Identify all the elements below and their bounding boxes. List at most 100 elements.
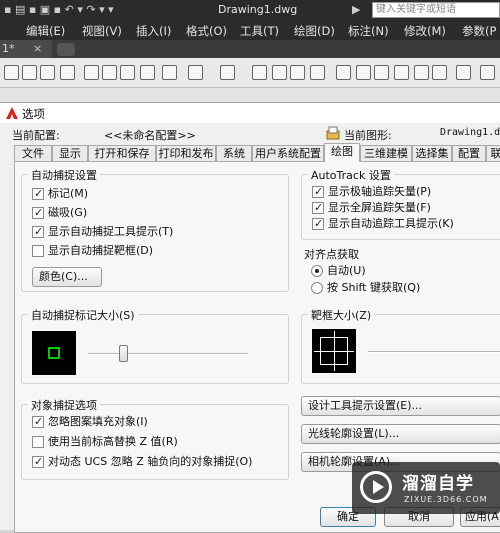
alignment-auto-label: 自动(U) xyxy=(327,264,366,277)
search-input[interactable]: 键入关键字或短语 xyxy=(372,2,500,18)
cut-icon[interactable] xyxy=(84,65,99,80)
marker-size-slider-thumb[interactable] xyxy=(119,345,129,362)
print-icon[interactable] xyxy=(4,65,19,80)
menu-view[interactable]: 视图(V) xyxy=(82,23,122,39)
polar-tracking-checkbox-box[interactable] xyxy=(312,185,324,198)
match-properties-icon[interactable] xyxy=(140,65,155,80)
use-elevation-checkbox[interactable]: 使用当前标高替换 Z 值(R) xyxy=(32,435,178,449)
tab-3d-modeling[interactable]: 三维建模 xyxy=(360,145,412,161)
aperture-box-label: 显示自动捕捉靶框(D) xyxy=(48,244,154,257)
autotrack-tooltip-label: 显示自动追踪工具提示(K) xyxy=(328,217,454,230)
marker-preview xyxy=(32,331,76,375)
dialog-title: 选项 xyxy=(22,107,45,121)
search-arrow-icon[interactable]: ▶ xyxy=(352,3,360,16)
aperture-box-checkbox[interactable]: 显示自动捕捉靶框(D) xyxy=(32,244,153,258)
tab-display[interactable]: 显示 xyxy=(52,145,88,161)
zoom-window-icon[interactable] xyxy=(290,65,305,80)
menu-insert[interactable]: 插入(I) xyxy=(136,23,171,39)
marker-checkbox[interactable]: 标记(M) xyxy=(32,187,88,201)
markup-icon[interactable] xyxy=(414,65,429,80)
help-icon[interactable] xyxy=(456,65,471,80)
marker-checkbox-box[interactable] xyxy=(32,187,44,200)
menu-format[interactable]: 格式(O) xyxy=(186,23,227,39)
aperture-preview xyxy=(312,329,356,373)
tab-user-preferences[interactable]: 用户系统配置 xyxy=(252,145,324,161)
tab-open-save[interactable]: 打开和保存 xyxy=(88,145,156,161)
fullscreen-tracking-checkbox-box[interactable] xyxy=(312,201,324,214)
aperture-box-checkbox-box[interactable] xyxy=(32,245,44,257)
document-tab[interactable]: 1* × xyxy=(0,40,52,58)
menu-draw[interactable]: 绘图(D) xyxy=(294,23,335,39)
new-tab-button[interactable] xyxy=(57,43,75,56)
quick-access-icons[interactable]: ▪ ▤ ▪ ▣ ▪ ↶ ▾ ↷ ▾ ▾ xyxy=(4,3,114,16)
current-drawing-value: Drawing1.dwg xyxy=(440,127,500,138)
magnet-checkbox-box[interactable] xyxy=(32,206,44,219)
site-watermark: 溜溜自学 ZIXUE.3D66.COM xyxy=(352,462,500,514)
magnet-checkbox[interactable]: 磁吸(G) xyxy=(32,206,87,220)
marker-size-group: 自动捕捉标记大小(S) xyxy=(21,307,289,384)
ignore-negative-z-checkbox-box[interactable] xyxy=(32,455,44,468)
text-style-icon[interactable] xyxy=(480,65,495,80)
autotrack-tooltip-checkbox-box[interactable] xyxy=(312,217,324,230)
undo-icon[interactable] xyxy=(188,65,203,80)
menu-tools[interactable]: 工具(T) xyxy=(240,23,279,39)
print-preview-icon[interactable] xyxy=(22,65,37,80)
polar-tracking-checkbox[interactable]: 显示极轴追踪矢量(P) xyxy=(312,185,431,199)
tab-online[interactable]: 联 xyxy=(486,145,500,161)
alignment-shift-radio-dot[interactable] xyxy=(311,282,323,294)
marker-square-icon xyxy=(48,347,60,359)
menu-modify[interactable]: 修改(M) xyxy=(404,23,446,39)
alignment-auto-radio[interactable]: 自动(U) xyxy=(311,264,366,278)
redo-icon[interactable] xyxy=(220,65,235,80)
menu-bar: 编辑(E) 视图(V) 插入(I) 格式(O) 工具(T) 绘图(D) 标注(N… xyxy=(0,20,500,40)
ignore-hatch-checkbox-box[interactable] xyxy=(32,415,44,428)
paste-icon[interactable] xyxy=(120,65,135,80)
tab-files[interactable]: 文件 xyxy=(14,145,52,161)
colors-button[interactable]: 颜色(C)... xyxy=(32,267,102,287)
marker-size-slider-track[interactable] xyxy=(88,353,248,355)
use-elevation-checkbox-box[interactable] xyxy=(32,436,44,448)
tab-profiles[interactable]: 配置 xyxy=(452,145,486,161)
lights-glyph-settings-button[interactable]: 光线轮廓设置(L)... xyxy=(301,424,500,444)
tab-system[interactable]: 系统 xyxy=(216,145,252,161)
alignment-shift-radio[interactable]: 按 Shift 键获取(Q) xyxy=(311,281,420,295)
tab-selection[interactable]: 选择集 xyxy=(412,145,452,161)
aperture-size-title: 靶框大小(Z) xyxy=(308,307,375,323)
3d-print-icon[interactable] xyxy=(60,65,75,80)
block-editor-icon[interactable] xyxy=(162,65,177,80)
menu-edit[interactable]: 编辑(E) xyxy=(26,23,65,39)
menu-dimension[interactable]: 标注(N) xyxy=(348,23,389,39)
ignore-negative-z-checkbox[interactable]: 对动态 UCS 忽略 Z 轴负向的对象捕捉(O) xyxy=(32,455,252,469)
calculator-icon[interactable] xyxy=(432,65,447,80)
properties-icon[interactable] xyxy=(336,65,351,80)
fullscreen-tracking-checkbox[interactable]: 显示全屏追踪矢量(F) xyxy=(312,201,431,215)
alignment-auto-radio-dot[interactable] xyxy=(311,265,323,277)
zoom-previous-icon[interactable] xyxy=(310,65,325,80)
copy-icon[interactable] xyxy=(102,65,117,80)
autosnap-tooltip-checkbox[interactable]: 显示自动捕捉工具提示(T) xyxy=(32,225,173,239)
autosnap-settings-title: 自动捕捉设置 xyxy=(28,167,100,183)
tab-drafting[interactable]: 绘图 xyxy=(324,143,360,162)
marker-label: 标记(M) xyxy=(48,187,89,200)
pan-icon[interactable] xyxy=(252,65,267,80)
zoom-realtime-icon[interactable] xyxy=(272,65,287,80)
dialog-titlebar: 选项 xyxy=(0,103,500,123)
secondary-toolbar xyxy=(0,88,500,102)
drawing-file-icon xyxy=(326,126,340,140)
ignore-hatch-checkbox[interactable]: 忽略图案填充对象(I) xyxy=(32,415,148,429)
publish-icon[interactable] xyxy=(40,65,55,80)
autosnap-settings-group: 自动捕捉设置 标记(M) 磁吸(G) 显示自动捕捉工具提示(T) 显示自动捕捉靶… xyxy=(21,167,289,292)
current-drawing-label: 当前图形: xyxy=(344,129,392,142)
tab-plot-publish[interactable]: 打印和发布 xyxy=(156,145,216,161)
close-tab-icon[interactable]: × xyxy=(33,40,42,58)
aperture-size-slider-track[interactable] xyxy=(368,351,500,353)
menu-parametric[interactable]: 参数(P xyxy=(462,23,496,39)
autosnap-tooltip-checkbox-box[interactable] xyxy=(32,225,44,238)
drafting-tooltip-settings-button[interactable]: 设计工具提示设置(E)... xyxy=(301,396,500,416)
current-profile-label: 当前配置: xyxy=(12,129,60,142)
autotrack-tooltip-checkbox[interactable]: 显示自动追踪工具提示(K) xyxy=(312,217,454,231)
sheet-set-icon[interactable] xyxy=(394,65,409,80)
tool-palettes-icon[interactable] xyxy=(374,65,389,80)
alignment-acquisition-title: 对齐点获取 xyxy=(301,246,362,262)
design-center-icon[interactable] xyxy=(356,65,371,80)
